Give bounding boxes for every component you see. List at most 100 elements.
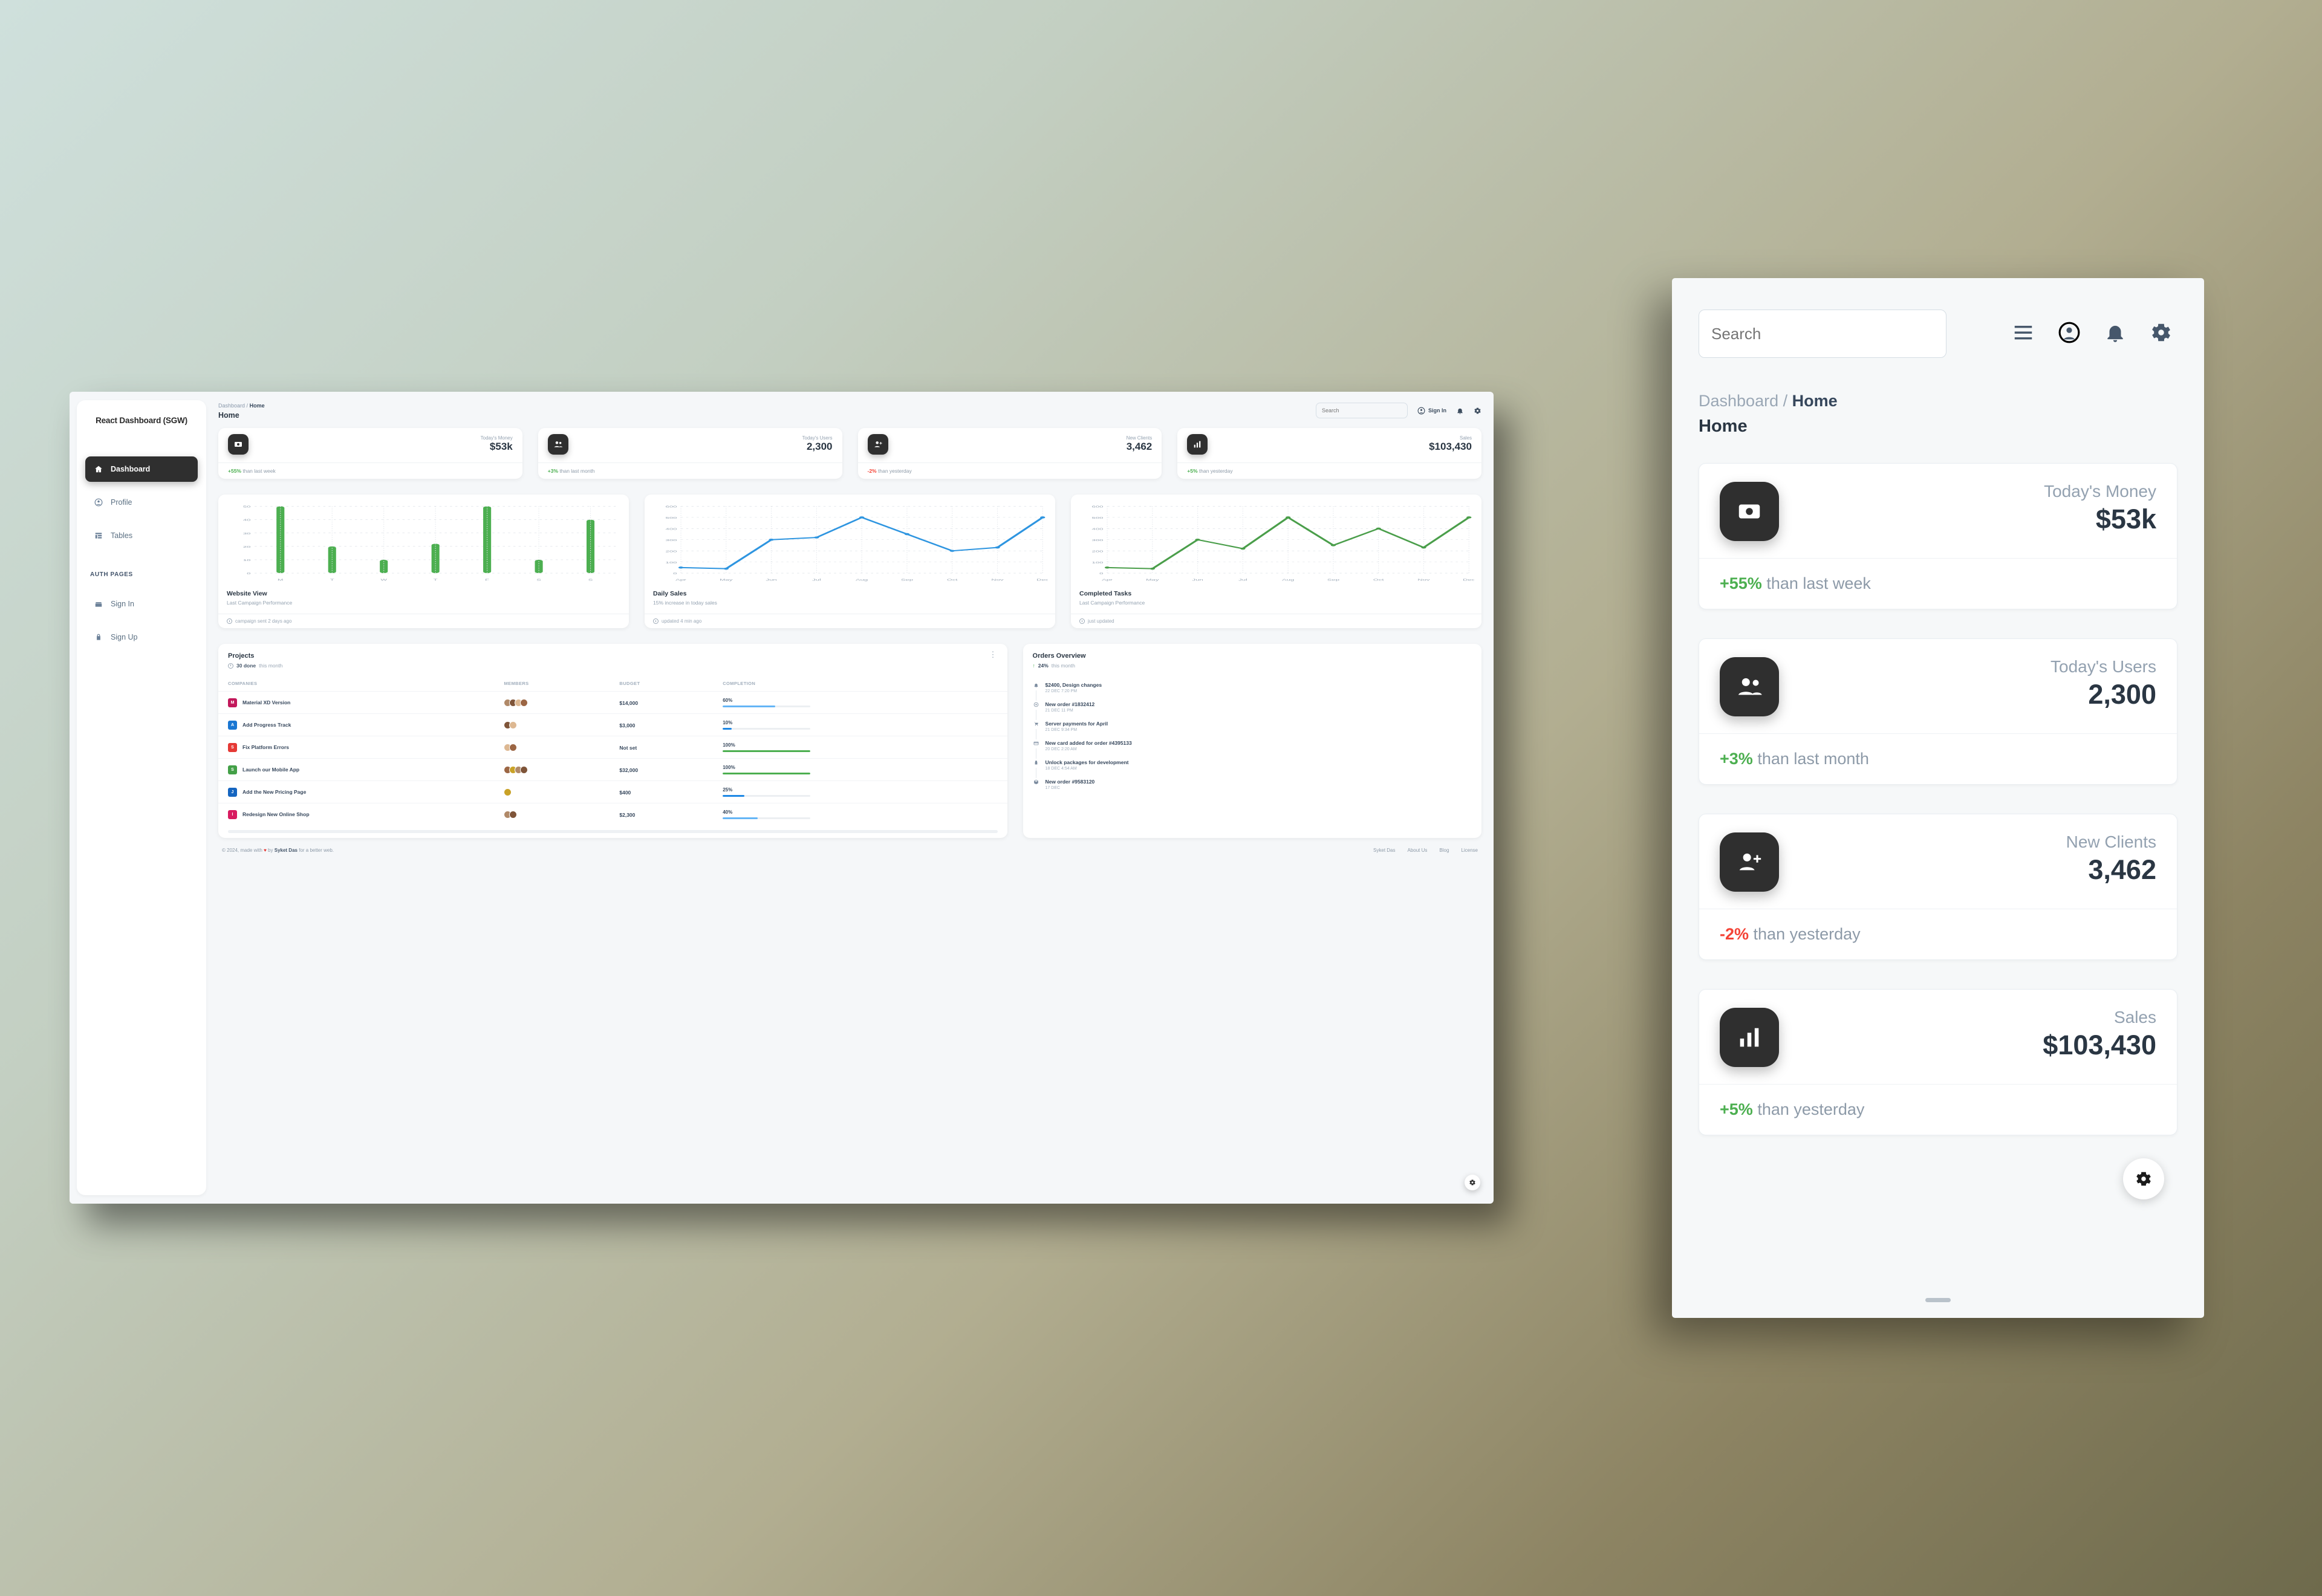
charts-row: 0 10 20 30 40 50 M T W T F S S Website View Last Cam… bbox=[215, 479, 1485, 628]
more-vertical-icon[interactable]: ⋮ bbox=[989, 650, 998, 658]
project-completion-cell: 40% bbox=[713, 803, 1007, 825]
svg-text:Sep: Sep bbox=[1327, 578, 1339, 581]
gear-icon[interactable] bbox=[1474, 407, 1481, 415]
project-name: Material XD Version bbox=[242, 699, 291, 706]
sidebar-item-dashboard[interactable]: Dashboard bbox=[85, 456, 198, 482]
svg-text:May: May bbox=[720, 578, 733, 581]
table-row[interactable]: A Add Progress Track $3,000 10% bbox=[218, 713, 1007, 736]
svg-text:30: 30 bbox=[243, 532, 251, 535]
progress-bar bbox=[723, 728, 811, 730]
project-budget-cell: $14,000 bbox=[610, 691, 714, 714]
progress-bar bbox=[723, 706, 811, 707]
check-icon bbox=[228, 663, 233, 669]
gear-icon[interactable] bbox=[2150, 321, 2173, 347]
sidebar-item-sign-in[interactable]: Sign In bbox=[85, 591, 198, 617]
mobile-viewport-panel: Dashboard / Home Home Today's Money $53k… bbox=[1672, 278, 2204, 1318]
project-name-cell: A Add Progress Track bbox=[218, 713, 495, 736]
list-item[interactable]: $2400, Design changes 22 DEC 7:20 PM bbox=[1032, 682, 1472, 701]
list-item[interactable]: Unlock packages for development 18 DEC 4:… bbox=[1032, 759, 1472, 779]
progress-bar bbox=[723, 773, 811, 774]
table-row[interactable]: I Redesign New Online Shop $2,300 40% bbox=[218, 803, 1007, 825]
mobile-settings-fab-button[interactable] bbox=[2123, 1158, 2164, 1199]
project-members-cell bbox=[494, 780, 610, 803]
svg-text:Aug: Aug bbox=[1282, 578, 1294, 581]
table-row[interactable]: J Add the New Pricing Page $400 25% bbox=[218, 780, 1007, 803]
breadcrumb-root[interactable]: Dashboard bbox=[218, 403, 245, 409]
bottom-row: Projects 30 done this month ⋮ COMPANIES … bbox=[215, 628, 1485, 838]
svg-text:Dec: Dec bbox=[1036, 578, 1048, 581]
svg-text:M: M bbox=[278, 578, 283, 581]
menu-icon[interactable] bbox=[2012, 321, 2035, 347]
list-item[interactable]: Server payments for April 21 DEC 9:34 PM bbox=[1032, 721, 1472, 740]
sidebar-item-profile[interactable]: Profile bbox=[85, 490, 198, 515]
settings-fab-button[interactable] bbox=[1465, 1175, 1480, 1190]
svg-text:0: 0 bbox=[1099, 572, 1104, 575]
svg-text:20: 20 bbox=[243, 545, 251, 548]
stat-label: Today's Users bbox=[802, 435, 833, 441]
list-item[interactable]: New order #1832412 21 DEC 11 PM bbox=[1032, 701, 1472, 721]
stat-note: than yesterday bbox=[1198, 468, 1233, 474]
order-timestamp: 17 DEC bbox=[1045, 786, 1061, 790]
mobile-breadcrumb-root[interactable]: Dashboard bbox=[1699, 392, 1778, 410]
sidebar-item-label: Sign Up bbox=[111, 633, 138, 641]
heart-icon: ♥ bbox=[264, 848, 267, 853]
list-item[interactable]: New order #9583120 17 DEC bbox=[1032, 779, 1472, 791]
mobile-stat-footer: +55% than last week bbox=[1699, 558, 2177, 609]
breadcrumb-current: Home bbox=[249, 403, 265, 409]
table-row[interactable]: M Material XD Version $14,000 60% bbox=[218, 691, 1007, 714]
clock-icon bbox=[1079, 618, 1085, 624]
footer-link-about-us[interactable]: About Us bbox=[1408, 848, 1428, 853]
svg-text:200: 200 bbox=[666, 550, 677, 553]
bell-icon[interactable] bbox=[2104, 321, 2127, 347]
chart-footer-text: updated 4 min ago bbox=[662, 618, 702, 624]
orders-growth-note: this month bbox=[1051, 663, 1076, 669]
author-link[interactable]: Syket Das bbox=[275, 848, 298, 853]
mobile-stat-footer: -2% than yesterday bbox=[1699, 909, 2177, 959]
table-row[interactable]: S Launch our Mobile App $32,000 100% bbox=[218, 758, 1007, 781]
svg-text:400: 400 bbox=[1092, 527, 1104, 530]
table-icon bbox=[94, 531, 103, 540]
footer-link-blog[interactable]: Blog bbox=[1439, 848, 1449, 853]
project-logo-icon: S bbox=[228, 742, 237, 752]
svg-text:600: 600 bbox=[666, 505, 677, 508]
footer-link-author[interactable]: Syket Das bbox=[1373, 848, 1395, 853]
lock-icon bbox=[94, 633, 103, 642]
horizontal-scrollbar[interactable] bbox=[228, 830, 998, 833]
sign-in-button[interactable]: Sign In bbox=[1417, 407, 1446, 415]
daily-sales-line-chart: 0 100 200 300 400 500 600 Apr May Jun Jul Aug Sep Oct… bbox=[645, 495, 1055, 586]
stat-footer: +5% than yesterday bbox=[1177, 462, 1481, 479]
copyright-by: by bbox=[268, 848, 273, 853]
avatar bbox=[504, 788, 512, 796]
chart-card-completed-tasks: 0 100 200 300 400 500 600 Apr May Jun Jul Aug Sep Oct… bbox=[1071, 495, 1481, 628]
order-timestamp: 22 DEC 7:20 PM bbox=[1045, 689, 1078, 693]
svg-text:Jun: Jun bbox=[1192, 578, 1203, 581]
svg-text:600: 600 bbox=[1092, 505, 1104, 508]
stat-footer: +3% than last month bbox=[538, 462, 842, 479]
search-input[interactable] bbox=[1316, 403, 1408, 418]
bell-icon[interactable] bbox=[1456, 407, 1464, 415]
stat-delta: +55% bbox=[228, 468, 241, 474]
col-completion: COMPLETION bbox=[723, 681, 756, 686]
mobile-search-input[interactable] bbox=[1699, 310, 1946, 358]
account-circle-icon[interactable] bbox=[2058, 321, 2081, 347]
list-item[interactable]: New card added for order #4395133 20 DEC … bbox=[1032, 740, 1472, 759]
project-logo-icon: J bbox=[228, 787, 237, 797]
stat-footer: +55% than last week bbox=[218, 462, 522, 479]
clock-icon bbox=[227, 618, 232, 624]
project-name: Add the New Pricing Page bbox=[242, 789, 307, 795]
bar-chart-icon bbox=[1720, 1008, 1779, 1067]
mobile-resize-handle[interactable] bbox=[1672, 1282, 2204, 1318]
footer-link-license[interactable]: License bbox=[1461, 848, 1478, 853]
home-icon bbox=[94, 465, 103, 474]
completed-tasks-line-chart: 0 100 200 300 400 500 600 Apr May Jun Jul Aug Sep Oct… bbox=[1071, 495, 1481, 586]
chart-subtitle: 15% increase in today sales bbox=[653, 600, 717, 606]
sidebar-item-label: Sign In bbox=[111, 600, 134, 608]
stat-value: $53k bbox=[489, 441, 513, 452]
table-row[interactable]: S Fix Platform Errors Not set 100% bbox=[218, 736, 1007, 759]
footer-links: Syket Das About Us Blog License bbox=[1373, 848, 1478, 853]
mobile-stat-note: than last week bbox=[1766, 574, 1871, 592]
svg-text:400: 400 bbox=[666, 527, 677, 530]
sidebar-item-sign-up[interactable]: Sign Up bbox=[85, 624, 198, 650]
svg-text:F: F bbox=[485, 578, 489, 581]
sidebar-item-tables[interactable]: Tables bbox=[85, 523, 198, 548]
